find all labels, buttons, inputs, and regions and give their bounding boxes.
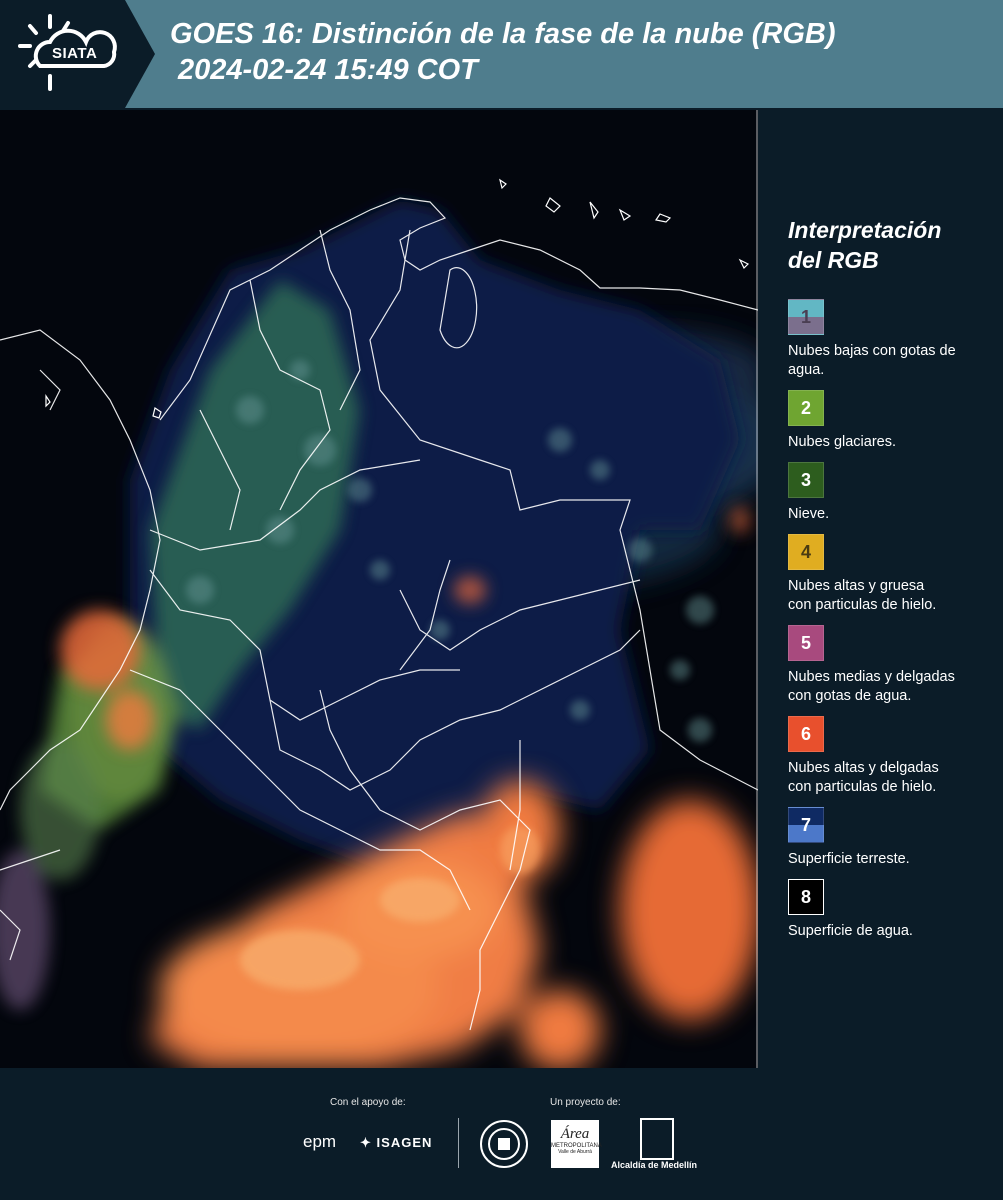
medellin-crest-icon xyxy=(640,1118,674,1160)
footer-support-label: Con el apoyo de: xyxy=(330,1097,406,1108)
area-logo-subtext-2: Valle de Aburrá xyxy=(558,1149,592,1155)
legend-swatch-4: 4 xyxy=(788,534,824,570)
legend-number: 4 xyxy=(800,542,811,562)
title-line-product: GOES 16: Distinción de la fase de la nub… xyxy=(170,18,836,50)
legend-title: Interpretación del RGB xyxy=(788,215,988,275)
footer-divider xyxy=(458,1118,459,1168)
legend-label: Nubes glaciares. xyxy=(788,434,896,450)
legend-number: 7 xyxy=(800,815,811,835)
medellin-logo-text: Alcaldía de Medellín xyxy=(611,1160,698,1170)
legend-label-line1: Nubes medias y delgadas xyxy=(788,669,955,685)
legend-item: 5 Nubes medias y delgadas con gotas de a… xyxy=(788,625,988,706)
page-title: GOES 16: Distinción de la fase de la nub… xyxy=(170,16,836,88)
area-metropolitana-logo: Área METROPOLITANA Valle de Aburrá xyxy=(551,1120,602,1168)
legend-number: 6 xyxy=(800,724,811,744)
legend-title-line2: del RGB xyxy=(788,247,879,273)
siata-logo: SIATA xyxy=(0,0,155,108)
legend-label-line1: Nubes altas y gruesa xyxy=(788,578,925,594)
legend-swatch-7: 7 xyxy=(788,807,824,843)
isagen-logo: ✦ ISAGEN xyxy=(360,1135,432,1151)
legend-label-line2: con particulas de hielo. xyxy=(788,597,937,613)
legend-number: 8 xyxy=(800,887,811,907)
legend-label-line1: Nubes bajas con gotas de xyxy=(788,343,956,359)
legend-number: 1 xyxy=(800,307,811,327)
legend-swatch-5: 5 xyxy=(788,625,824,661)
legend-swatch-1: 1 xyxy=(788,299,824,335)
legend-item: 2 Nubes glaciares. xyxy=(788,390,988,452)
satellite-map-svg xyxy=(0,110,758,1068)
legend-number: 3 xyxy=(800,470,811,490)
legend-swatch-2: 2 xyxy=(788,390,824,426)
header-bar: SIATA GOES 16: Distinción de la fase de … xyxy=(0,0,1003,108)
legend-label: Nubes medias y delgadas con gotas de agu… xyxy=(788,668,988,706)
legend-label: Nubes altas y gruesa con particulas de h… xyxy=(788,577,988,615)
legend-item: 6 Nubes altas y delgadas con particulas … xyxy=(788,716,988,797)
epm-logo: epm xyxy=(303,1132,336,1152)
footer-project-label: Un proyecto de: xyxy=(550,1097,621,1108)
legend-label: Nubes bajas con gotas de agua. xyxy=(788,342,988,380)
isagen-logo-text: ISAGEN xyxy=(376,1135,433,1150)
municipal-seal-logo xyxy=(480,1120,528,1168)
legend-label: Superficie terreste. xyxy=(788,851,910,867)
satellite-image xyxy=(0,110,758,1068)
legend-label: Nieve. xyxy=(788,506,830,522)
legend-panel: Interpretación del RGB 1 Nubes bajas con… xyxy=(788,215,988,951)
seal-icon xyxy=(488,1128,520,1160)
legend-label-line2: con particulas de hielo. xyxy=(788,779,937,795)
area-logo-text: Área xyxy=(560,1126,590,1142)
siata-logo-text: SIATA xyxy=(52,45,98,62)
isagen-icon: ✦ xyxy=(360,1135,372,1150)
legend-label: Superficie de agua. xyxy=(788,923,913,939)
legend-swatch-3: 3 xyxy=(788,462,824,498)
legend-label-line2: agua. xyxy=(788,362,825,378)
title-line-datetime: 2024-02-24 15:49 COT xyxy=(178,54,478,86)
legend-item: 8 Superficie de agua. xyxy=(788,879,988,941)
legend-item: 4 Nubes altas y gruesa con particulas de… xyxy=(788,534,988,615)
legend-swatch-8: 8 xyxy=(788,879,824,915)
legend-number: 5 xyxy=(800,633,811,653)
legend-item: 3 Nieve. xyxy=(788,462,988,524)
legend-swatch-6: 6 xyxy=(788,716,824,752)
legend-label-line1: Nubes altas y delgadas xyxy=(788,760,939,776)
legend-item: 1 Nubes bajas con gotas de agua. xyxy=(788,299,988,380)
legend-label: Nubes altas y delgadas con particulas de… xyxy=(788,759,988,797)
epm-logo-text: epm xyxy=(303,1132,337,1151)
legend-label-line2: con gotas de agua. xyxy=(788,688,912,704)
legend-number: 2 xyxy=(800,398,811,418)
legend-title-line1: Interpretación xyxy=(788,217,942,243)
legend-item: 7 Superficie terreste. xyxy=(788,807,988,869)
